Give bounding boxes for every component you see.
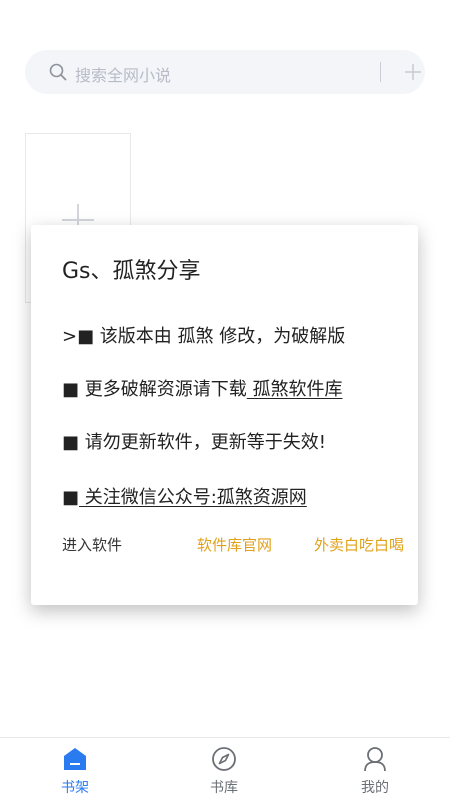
bottom-tab-bar: 书架 书库 我的 (0, 737, 450, 801)
enter-app-button[interactable]: 进入软件 (62, 534, 122, 555)
tab-mine-label: 我的 (361, 780, 389, 796)
software-library-link[interactable]: 孤煞软件库 (247, 379, 342, 400)
notice-line-download: ■ 更多破解资源请下载 孤煞软件库 (62, 375, 342, 401)
wechat-account-link[interactable]: 关注微信公众号:孤煞资源网 (79, 487, 307, 508)
tab-library[interactable]: 书库 (184, 738, 264, 801)
tab-bookshelf[interactable]: 书架 (35, 738, 115, 801)
user-icon (364, 747, 386, 772)
notice-line-modified: >■ 该版本由 孤煞 修改，为破解版 (62, 326, 346, 347)
dialog-title: Gs、孤煞分享 (62, 259, 201, 284)
tab-bookshelf-label: 书架 (61, 780, 89, 796)
notice-dialog: Gs、孤煞分享 >■ 该版本由 孤煞 修改，为破解版 ■ 更多破解资源请下载 孤… (31, 225, 418, 605)
search-placeholder: 搜索全网小说 (75, 66, 172, 85)
tab-mine[interactable]: 我的 (335, 738, 415, 801)
add-icon[interactable] (403, 62, 423, 82)
download-prefix: ■ 更多破解资源请下载 (62, 379, 247, 400)
compass-icon (212, 747, 236, 771)
notice-line-wechat: ■ 关注微信公众号:孤煞资源网 (62, 483, 307, 509)
tab-library-label: 书库 (210, 780, 238, 796)
free-food-button[interactable]: 外卖白吃白喝 (314, 534, 404, 555)
wechat-prefix: ■ (62, 487, 80, 508)
library-site-button[interactable]: 软件库官网 (197, 534, 272, 555)
bookshelf-icon (64, 748, 86, 770)
search-bar[interactable]: 搜索全网小说 (25, 50, 425, 94)
search-divider (380, 62, 381, 82)
search-icon (49, 63, 67, 81)
notice-line-no-update: ■ 请勿更新软件，更新等于失效! (62, 432, 326, 453)
